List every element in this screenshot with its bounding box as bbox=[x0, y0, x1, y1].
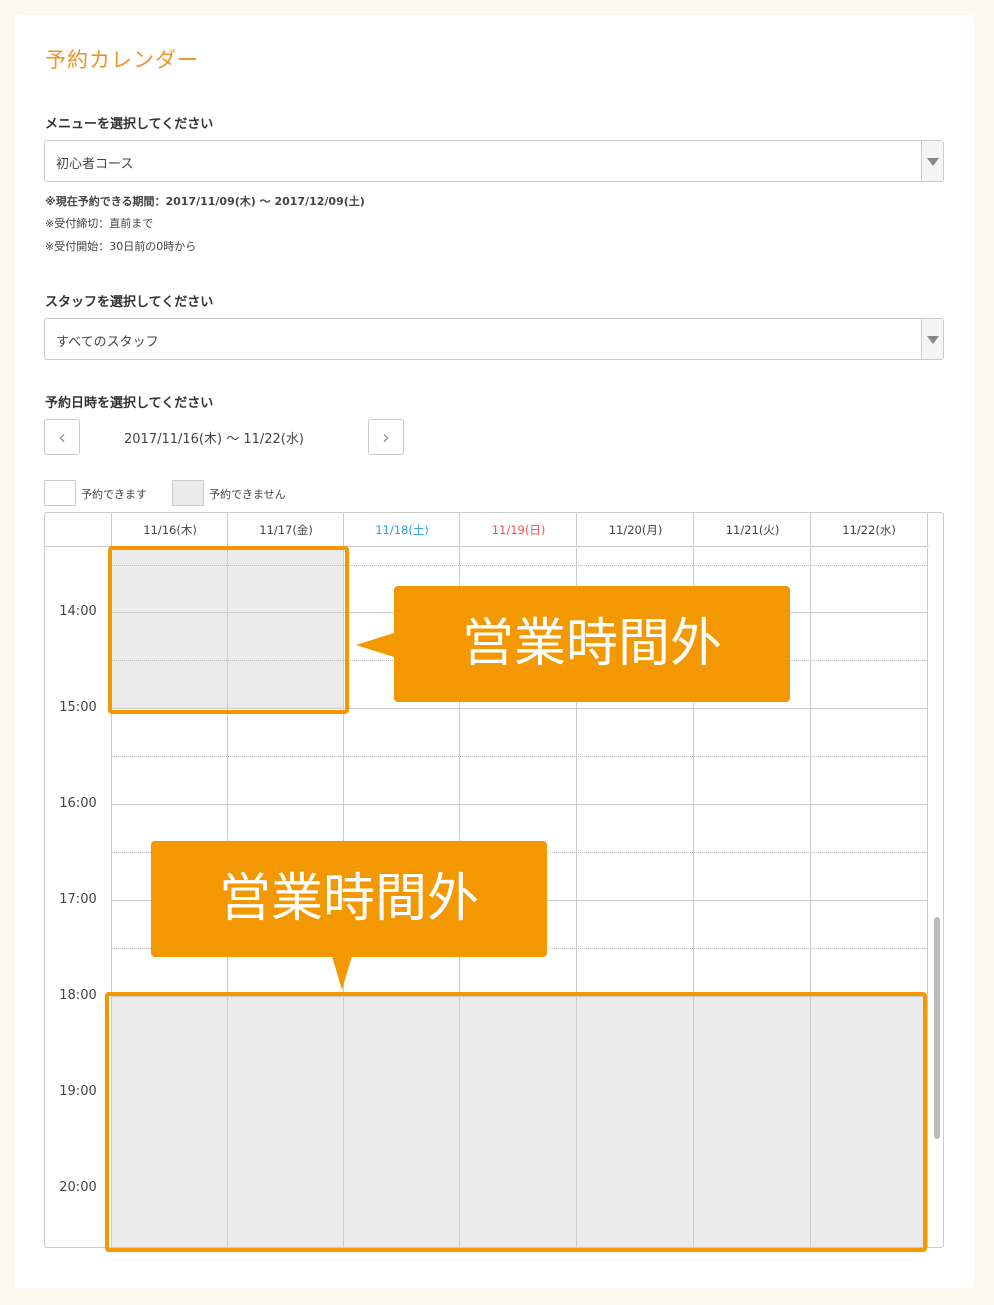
staff-label: スタッフを選択してください bbox=[45, 295, 214, 310]
calendar-header: 11/16(木) 11/17(金) 11/18(土) 11/19(日) 11/2… bbox=[45, 513, 929, 547]
out-of-hours-highlight-top bbox=[108, 546, 349, 714]
column-line bbox=[927, 548, 928, 1247]
calendar-scrollbar[interactable] bbox=[934, 917, 940, 1139]
out-of-hours-callout-bottom: 営業時間外 bbox=[151, 841, 547, 957]
dropdown-arrow-icon[interactable] bbox=[921, 141, 943, 181]
day-header: 11/20(月) bbox=[576, 513, 694, 547]
time-label: 15:00 bbox=[59, 700, 97, 715]
chevron-right-icon: › bbox=[382, 425, 390, 449]
out-of-hours-highlight-bottom bbox=[105, 992, 927, 1252]
staff-select[interactable]: すべてのスタッフ bbox=[44, 318, 944, 360]
time-label: 20:00 bbox=[59, 1180, 97, 1195]
menu-select[interactable]: 初心者コース bbox=[44, 140, 944, 182]
page-title: 予約カレンダー bbox=[45, 48, 199, 72]
period-note: ※現在予約できる期間：2017/11/09(木) 〜 2017/12/09(土) bbox=[45, 195, 365, 208]
dropdown-arrow-icon[interactable] bbox=[921, 319, 943, 359]
time-label: 14:00 bbox=[59, 604, 97, 619]
time-label: 16:00 bbox=[59, 796, 97, 811]
legend-available-label: 予約できます bbox=[81, 488, 147, 501]
time-label: 18:00 bbox=[59, 988, 97, 1003]
day-header: 11/21(火) bbox=[693, 513, 811, 547]
legend-unavailable-swatch bbox=[172, 480, 204, 506]
time-label: 17:00 bbox=[59, 892, 97, 907]
date-range: 2017/11/16(木) 〜 11/22(水) bbox=[124, 432, 304, 447]
chevron-left-icon: ‹ bbox=[58, 425, 66, 449]
staff-select-value: すべてのスタッフ bbox=[56, 335, 159, 350]
hour-line bbox=[111, 804, 927, 805]
legend-available-swatch bbox=[44, 480, 76, 506]
time-label: 19:00 bbox=[59, 1084, 97, 1099]
prev-week-button[interactable]: ‹ bbox=[44, 419, 80, 455]
datetime-label: 予約日時を選択してください bbox=[45, 396, 214, 411]
callout-pointer bbox=[332, 956, 352, 990]
next-week-button[interactable]: › bbox=[368, 419, 404, 455]
day-header: 11/22(水) bbox=[810, 513, 928, 547]
day-header-saturday: 11/18(土) bbox=[343, 513, 460, 547]
day-header: 11/16(木) bbox=[111, 513, 228, 547]
legend-unavailable-label: 予約できません bbox=[209, 488, 286, 501]
day-header-sunday: 11/19(日) bbox=[459, 513, 577, 547]
start-note: ※受付開始：30日前の0時から bbox=[45, 240, 197, 253]
half-hour-line bbox=[111, 756, 927, 757]
callout-pointer bbox=[356, 633, 394, 657]
out-of-hours-callout-top: 営業時間外 bbox=[394, 586, 790, 702]
day-header: 11/17(金) bbox=[227, 513, 344, 547]
menu-label: メニューを選択してください bbox=[45, 117, 214, 132]
menu-select-value: 初心者コース bbox=[56, 157, 134, 172]
deadline-note: ※受付締切：直前まで bbox=[45, 217, 154, 230]
